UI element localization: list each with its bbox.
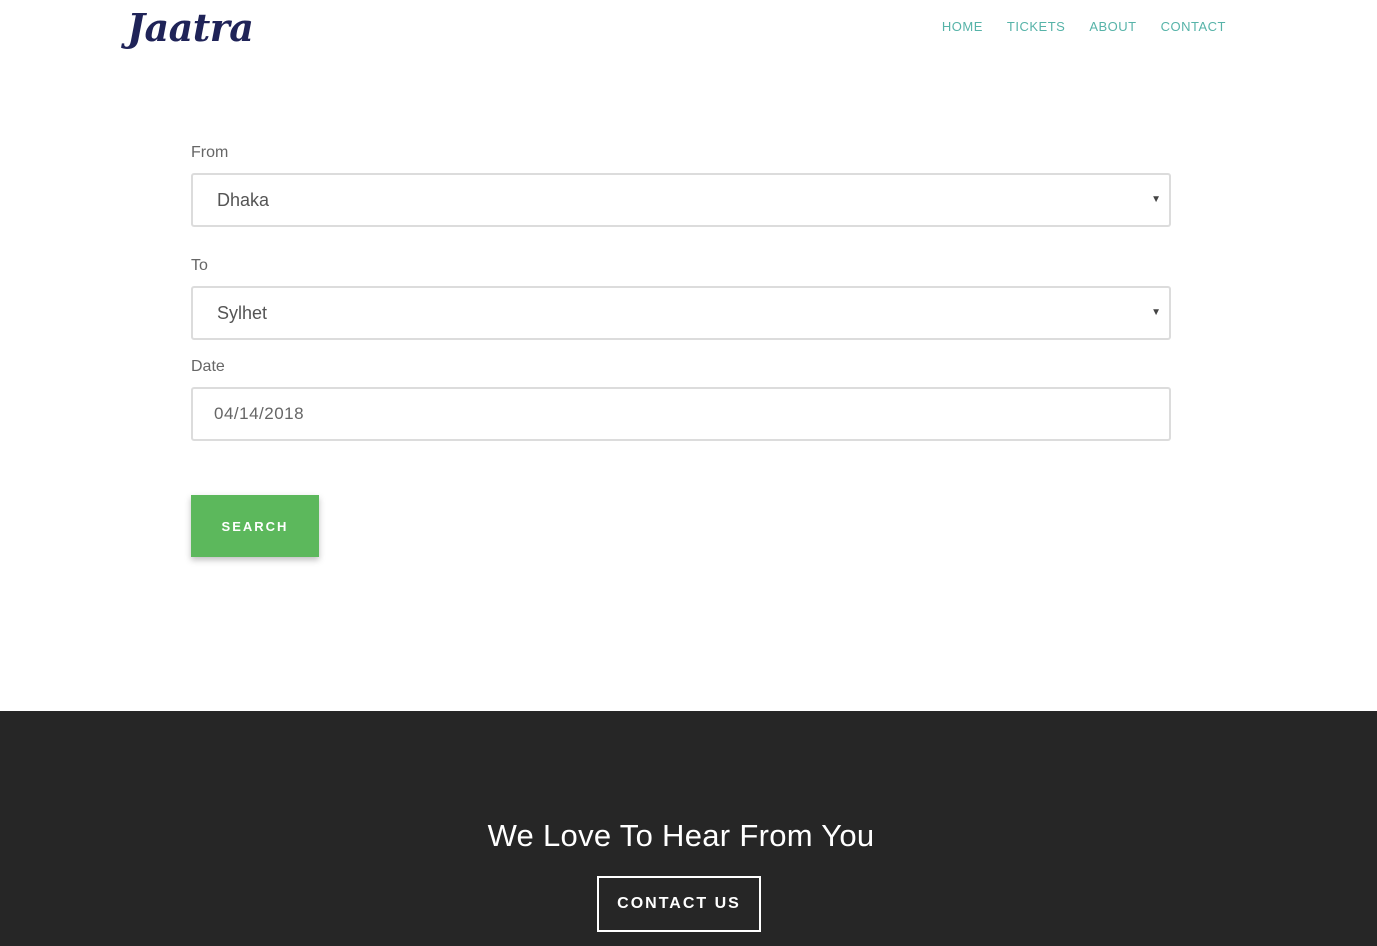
nav-contact-link[interactable]: CONTACT [1161, 19, 1226, 34]
nav-home-link[interactable]: HOME [942, 19, 983, 34]
site-header: Jaatra HOME TICKETS ABOUT CONTACT [0, 0, 1377, 60]
main-nav: HOME TICKETS ABOUT CONTACT [942, 19, 1226, 34]
date-label: Date [191, 358, 225, 375]
to-select[interactable]: Sylhet ▼ [191, 286, 1171, 340]
contact-us-button[interactable]: CONTACT US [597, 876, 761, 932]
search-button[interactable]: SEARCH [191, 495, 319, 557]
contact-heading: We Love To Hear From You [487, 818, 875, 853]
nav-tickets-link[interactable]: TICKETS [1007, 19, 1065, 34]
dropdown-caret-icon: ▼ [1151, 194, 1161, 205]
to-selected-value: Sylhet [217, 303, 268, 323]
page: Jaatra HOME TICKETS ABOUT CONTACT From D… [0, 0, 1377, 946]
date-input[interactable]: 04/14/2018 [191, 387, 1171, 441]
nav-about-link[interactable]: ABOUT [1089, 19, 1136, 34]
contact-band: We Love To Hear From You CONTACT US [0, 711, 1377, 946]
dropdown-caret-icon: ▼ [1151, 307, 1161, 318]
to-label: To [191, 257, 208, 274]
from-label: From [191, 144, 229, 161]
date-input-value: 04/14/2018 [214, 404, 305, 423]
from-selected-value: Dhaka [217, 190, 270, 210]
site-logo[interactable]: Jaatra [127, 2, 254, 54]
from-select[interactable]: Dhaka ▼ [191, 173, 1171, 227]
